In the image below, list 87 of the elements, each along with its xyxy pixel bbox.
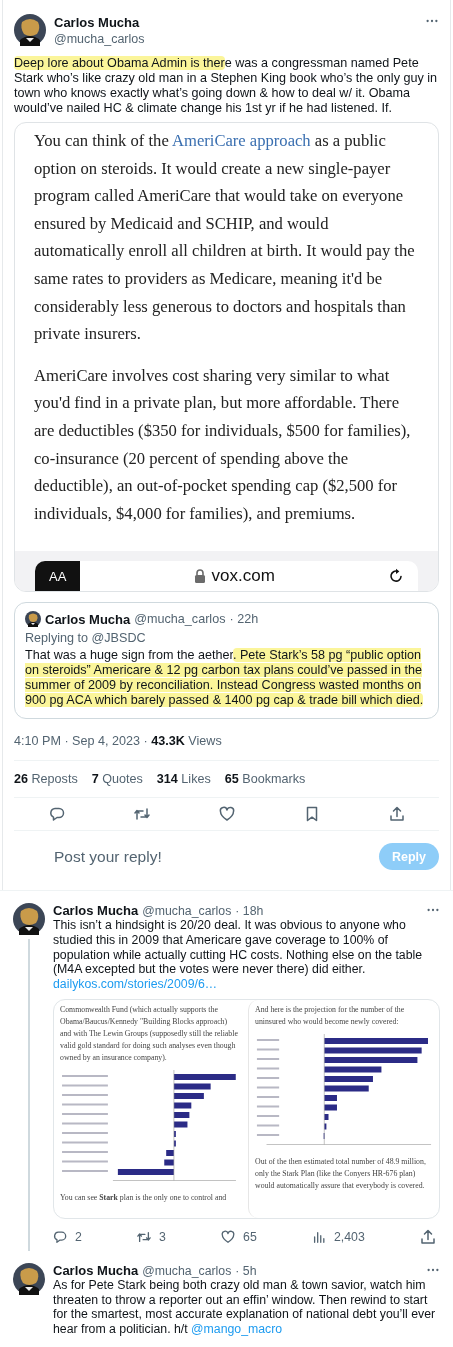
blurred-label (256, 1086, 280, 1089)
post-time: · 5h (235, 1263, 257, 1278)
reply-button[interactable]: 2 (53, 1229, 82, 1246)
blurred-label (256, 1058, 280, 1061)
stat-link[interactable]: 65 Bookmarks (224, 772, 306, 787)
bar-chart-icon (312, 1230, 326, 1245)
quoted-tweet[interactable] (14, 602, 439, 720)
share-icon[interactable] (419, 1229, 436, 1246)
blurred-label (256, 1124, 280, 1127)
blurred-label (256, 1105, 280, 1108)
bar (164, 1159, 174, 1166)
blurred-label (62, 1170, 108, 1173)
share-icon[interactable] (388, 806, 405, 823)
repost-button[interactable]: 3 (137, 1229, 166, 1246)
avatar (14, 14, 46, 46)
author-handle[interactable]: @mucha_carlos (142, 903, 232, 918)
bar (166, 1150, 174, 1157)
repost-icon[interactable] (133, 806, 150, 823)
blurred-label (62, 1094, 108, 1097)
reload-icon[interactable] (388, 568, 404, 585)
stat-link[interactable]: 7 Quotes (91, 772, 143, 787)
bar (173, 1112, 190, 1119)
views-button[interactable]: 2,403 (312, 1229, 365, 1246)
bar (324, 1104, 337, 1111)
avatar (13, 1263, 45, 1296)
tweet-text: Deep lore about Obama Admin is there was a congressman named Pete Stark who’s like crazy old man in a Stephen King book who’s the only guy in town who knows exactly what’s going down & how to deal w/ it. Obama would’ve nailed HC & climate change his 1st yr if he had listened. If. (14, 56, 439, 116)
bar (173, 1083, 211, 1090)
tweet-text: As for Pete Stark being both crazy old man & town savior, watch him threaten to throw a reporter out an effin’ window. Then rewind to start for the smartest, most accurate explanation of national debt you’ll ever hear from a politician. h/t @mango_macro (53, 1278, 437, 1337)
blurred-label (256, 1077, 280, 1080)
blurred-label (62, 1151, 108, 1154)
blurred-label (256, 1039, 280, 1042)
bar (173, 1121, 188, 1128)
blurred-label (256, 1067, 280, 1070)
article-paragraph: AmeriCare involves cost sharing very similar to what you'd find in a private plan, but more affordable. There are deductibles ($350 for individuals, $500 for families), co-insurance (20 percent of spending above the deductible), an out-of-pocket spending cap ($2,500 for individuals, $4,000 for families), and premiums. (34, 364, 412, 525)
heart-icon[interactable] (218, 806, 235, 823)
blurred-label (62, 1122, 108, 1125)
avatar (13, 903, 45, 936)
like-button[interactable]: 65 (221, 1229, 257, 1246)
bar (324, 1076, 373, 1083)
post-time: · 22h (229, 612, 259, 627)
stat-link[interactable]: 314 Likes (156, 772, 211, 787)
post-time: · 18h (235, 903, 264, 918)
blurred-label (62, 1113, 108, 1116)
article-paragraph: You can think of the AmeriCare approach as a public option on steroids. It would create a new single-payer program called AmeriCare that would take on everyone ensured by Medicaid and SCHIP, and would automatically enroll all children at birth. It would pay the same rates to providers as Medicare, meaning it'd be considerably less generous to doctors and hospitals than private insurers. (34, 130, 416, 346)
blurred-label (62, 1075, 108, 1078)
author-name[interactable]: Carlos Mucha (53, 903, 139, 919)
text-size-button[interactable]: AA (35, 561, 81, 592)
bar (324, 1066, 382, 1073)
heart-icon (221, 1230, 236, 1245)
repost-icon (137, 1230, 152, 1245)
replying-to-text: Replying to @JBSDC (25, 631, 147, 646)
bar (173, 1140, 176, 1147)
blurred-label (62, 1160, 108, 1163)
tweet-text: This isn’t a hindsight is 20/20 deal. It was obvious to anyone who studied this in 2009 that Americare gave coverage to 100% of population while actually cutting HC costs. Nothing else on the table (M4A excepted but the votes were never there) did either. dailykos.com/stories/2009/6… (53, 918, 424, 992)
bar (324, 1085, 369, 1092)
link[interactable]: AmeriCare approach (172, 131, 311, 150)
document-image[interactable] (53, 999, 440, 1220)
timestamp-text: 4:10 PM · Sep 4, 2023 · 43.3K Views (14, 719, 439, 762)
blurred-label (62, 1141, 108, 1144)
bar (117, 1169, 174, 1176)
bar (173, 1131, 176, 1138)
blurred-label (256, 1134, 280, 1137)
author-name[interactable]: Carlos Mucha (45, 611, 131, 627)
bar (324, 1123, 327, 1130)
bar (324, 1114, 329, 1121)
author-handle[interactable]: @mucha_carlos (134, 612, 226, 627)
tweet-text: That was a huge sign from the aether. Pete Stark’s 58 pg “public option on steroids” Americare & 12 pg carbon tax plans could’ve passed in the summer of 2009 by reconciliation. Instead Congress wasted months on 900 pg ACA which barely passed & 1400 pg cap & trade bill which died. (25, 648, 425, 709)
reply-icon[interactable] (48, 806, 65, 823)
blurred-label (256, 1048, 280, 1051)
avatar (25, 611, 41, 628)
blurred-label (256, 1115, 280, 1118)
author-handle[interactable]: @mucha_carlos (142, 1263, 232, 1278)
bar (173, 1102, 192, 1109)
blurred-label (256, 1096, 280, 1099)
bar (173, 1093, 204, 1100)
blurred-label (62, 1084, 108, 1087)
reply-icon (53, 1230, 67, 1245)
stat-link[interactable]: 26 Reposts (14, 772, 78, 787)
blurred-label (62, 1103, 108, 1106)
author-name[interactable]: Carlos Mucha (54, 14, 417, 30)
blurred-label (62, 1132, 108, 1135)
author-name[interactable]: Carlos Mucha (53, 1263, 139, 1279)
lock-icon (193, 569, 206, 584)
bar (173, 1074, 236, 1081)
bar (324, 1095, 337, 1102)
address-text[interactable]: vox.com (211, 566, 275, 587)
author-handle[interactable]: @mucha_carlos (54, 31, 417, 46)
